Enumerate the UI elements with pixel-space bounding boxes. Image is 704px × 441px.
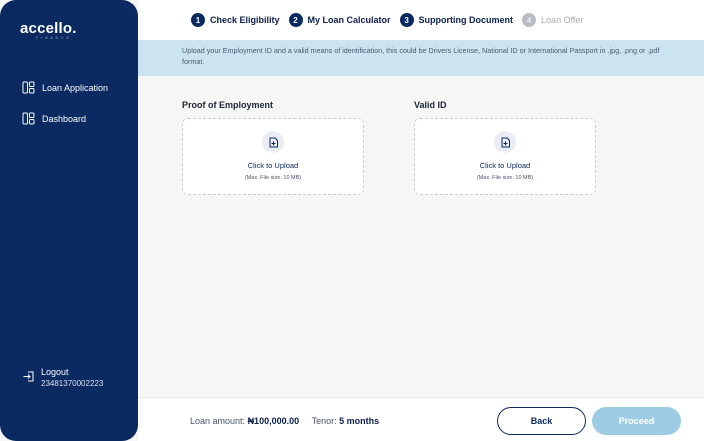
step-label: Supporting Document — [418, 15, 514, 25]
dashboard-icon — [22, 112, 35, 125]
upload-label: Valid ID — [414, 100, 447, 110]
logo-text: accello. — [20, 20, 77, 37]
upload-proof-of-employment: Proof of Employment Click to Upload (Max… — [182, 100, 364, 195]
step-number: 4 — [522, 13, 537, 27]
upload-note: (Max. File size: 10 MB) — [244, 175, 302, 181]
step-loan-offer: 4 Loan Offer — [522, 13, 583, 27]
tenor-label: Tenor: — [311, 416, 337, 426]
step-loan-calculator[interactable]: 2 My Loan Calculator — [288, 13, 391, 27]
main-content: 1 Check Eligibility 2 My Loan Calculator… — [138, 0, 704, 441]
loan-summary: Loan amount: ₦100,000.00 Tenor: 5 months — [190, 416, 379, 426]
sidebar-item-loan-application[interactable]: Loan Application — [22, 81, 108, 94]
step-supporting-document[interactable]: 3 Supporting Document — [399, 13, 514, 27]
step-label: Check Eligibility — [210, 15, 280, 25]
upload-icon — [262, 131, 284, 153]
document-icon — [22, 81, 35, 94]
upload-cta: Click to Upload — [479, 161, 531, 170]
sidebar-item-label: Loan Application — [42, 82, 109, 93]
sidebar-item-dashboard[interactable]: Dashboard — [22, 112, 86, 125]
loan-amount-value: ₦100,000.00 — [247, 416, 300, 426]
step-number: 2 — [288, 13, 303, 27]
logo: accello. F I N A N C E — [20, 20, 77, 40]
step-label: My Loan Calculator — [307, 15, 391, 25]
upload-dropzone-valid-id[interactable]: Click to Upload (Max. File size: 10 MB) — [414, 118, 596, 195]
upload-dropzone-employment[interactable]: Click to Upload (Max. File size: 10 MB) — [182, 118, 364, 195]
tenor-value: 5 months — [339, 416, 380, 426]
upload-note: (Max. File size: 10 MB) — [476, 175, 534, 181]
step-label: Loan Offer — [541, 15, 584, 25]
sidebar-item-label: Dashboard — [42, 113, 87, 124]
info-banner: Upload your Employment ID and a valid me… — [138, 40, 704, 76]
upload-icon — [494, 131, 516, 153]
banner-text: Upload your Employment ID and a valid me… — [182, 46, 660, 66]
step-number: 3 — [399, 13, 414, 27]
upload-cta: Click to Upload — [247, 161, 299, 170]
footer-bar: Loan amount: ₦100,000.00 Tenor: 5 months… — [138, 397, 704, 441]
logout-icon — [22, 370, 35, 383]
loan-amount-label: Loan amount: — [190, 416, 246, 426]
stepper: 1 Check Eligibility 2 My Loan Calculator… — [138, 0, 704, 40]
logout-button[interactable]: Logout 23481370002223 — [22, 367, 103, 388]
logout-label: Logout — [41, 367, 69, 377]
sidebar: accello. F I N A N C E Loan Application … — [0, 0, 138, 441]
step-number: 1 — [191, 13, 205, 27]
user-phone: 23481370002223 — [41, 379, 104, 388]
upload-valid-id: Valid ID Click to Upload (Max. File size… — [414, 100, 596, 195]
proceed-button[interactable]: Proceed — [592, 407, 681, 435]
step-check-eligibility[interactable]: 1 Check Eligibility — [191, 13, 280, 27]
upload-label: Proof of Employment — [182, 100, 274, 110]
back-button[interactable]: Back — [497, 407, 586, 435]
